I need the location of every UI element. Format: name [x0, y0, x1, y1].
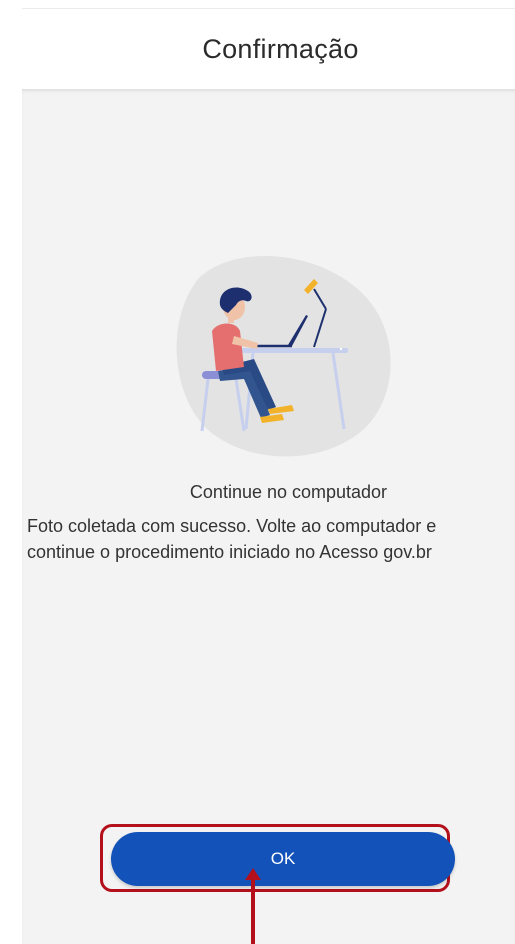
confirmation-subtitle: Continue no computador: [189, 482, 388, 502]
highlight-box: OK: [100, 824, 455, 892]
person-at-computer-illustration: [176, 256, 391, 457]
up-arrow-icon: [245, 868, 261, 944]
ok-button-label: OK: [270, 849, 296, 868]
page-title: Confirmação: [202, 33, 359, 64]
confirmation-screen: Confirmação Continue no computador Foto …: [0, 0, 515, 944]
header-bar: Confirmação: [0, 9, 515, 89]
ok-button[interactable]: OK: [111, 832, 455, 886]
confirmation-message: Foto coletada com sucesso. Volte ao comp…: [27, 516, 437, 562]
content-area: Continue no computador Foto coletada com…: [22, 89, 515, 944]
